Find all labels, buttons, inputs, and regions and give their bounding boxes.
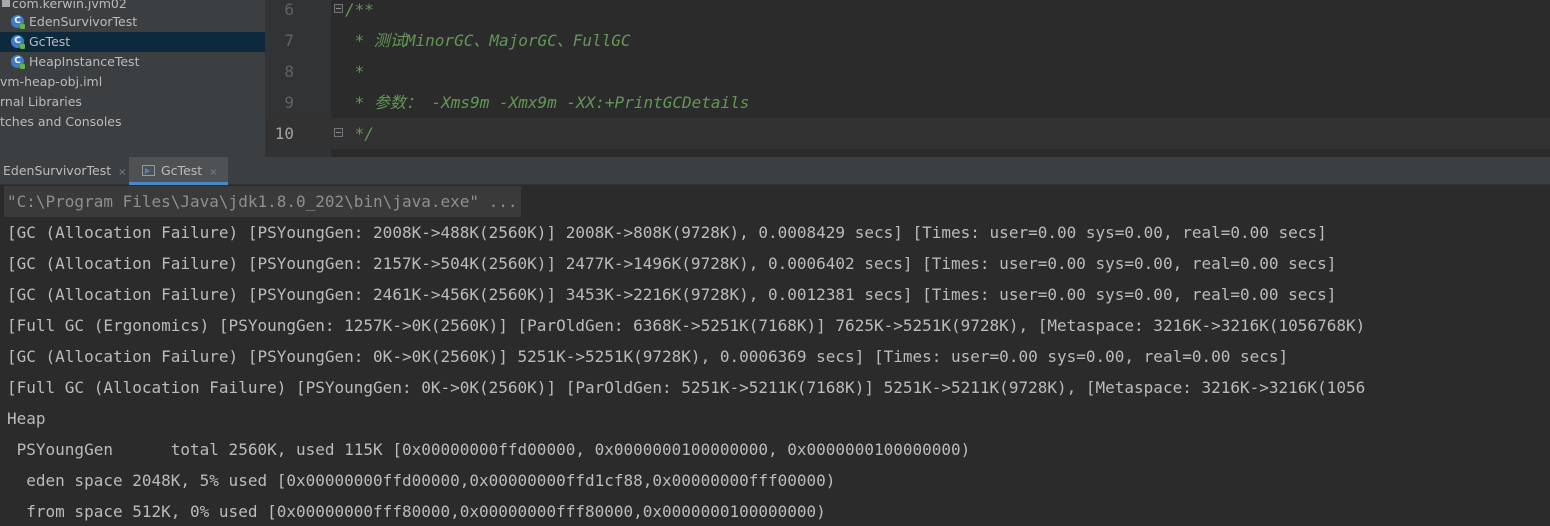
- tree-item-edensurvivortest[interactable]: C EdenSurvivorTest: [0, 12, 265, 32]
- tree-item-heapinstancetest[interactable]: C HeapInstanceTest: [0, 52, 265, 72]
- code-text: * 参数： -Xms9m -Xmx9m -XX:+PrintGCDetails: [345, 93, 750, 112]
- console-line: [Full GC (Allocation Failure) [PSYoungGe…: [7, 378, 1366, 397]
- code-editor[interactable]: 6 /** 7 * 测试MinorGC、MajorGC、FullGC 8 * 9…: [265, 0, 1550, 157]
- console-command-line[interactable]: "C:\Program Files\Java\jdk1.8.0_202\bin\…: [4, 186, 521, 217]
- console-line: Heap: [7, 409, 46, 428]
- fold-icon[interactable]: [334, 128, 343, 137]
- console-line: [GC (Allocation Failure) [PSYoungGen: 21…: [7, 254, 1337, 273]
- code-line[interactable]: 8 *: [265, 56, 1550, 87]
- tree-item-label: vm-heap-obj.iml: [0, 74, 103, 89]
- console-line: [GC (Allocation Failure) [PSYoungGen: 24…: [7, 285, 1337, 304]
- run-console[interactable]: "C:\Program Files\Java\jdk1.8.0_202\bin\…: [0, 185, 1550, 526]
- tree-item-external-libraries[interactable]: rnal Libraries: [0, 92, 265, 112]
- code-text: *: [345, 62, 365, 81]
- line-number: 8: [284, 62, 294, 81]
- package-icon: [2, 0, 10, 7]
- tab-edensurvivortest[interactable]: EdenSurvivorTest ×: [0, 157, 137, 184]
- tree-item-scratches[interactable]: tches and Consoles: [0, 112, 265, 132]
- code-text: /**: [345, 0, 374, 19]
- tree-item-label: EdenSurvivorTest: [29, 14, 138, 29]
- console-line: [Full GC (Ergonomics) [PSYoungGen: 1257K…: [7, 316, 1366, 335]
- code-text: * 测试MinorGC、MajorGC、FullGC: [345, 31, 631, 50]
- line-number: 6: [284, 0, 294, 19]
- console-line: [GC (Allocation Failure) [PSYoungGen: 0K…: [7, 347, 1289, 366]
- code-text: */: [345, 124, 374, 143]
- tree-item-label: HeapInstanceTest: [29, 54, 140, 69]
- java-class-icon: C: [11, 35, 25, 49]
- line-number: 9: [284, 93, 294, 112]
- fold-icon[interactable]: [334, 4, 343, 13]
- console-line: PSYoungGen total 2560K, used 115K [0x000…: [7, 440, 971, 459]
- line-number: 7: [284, 31, 294, 50]
- close-icon[interactable]: ×: [209, 167, 217, 178]
- tree-item-label: GcTest: [29, 34, 71, 49]
- tree-item-iml[interactable]: vm-heap-obj.iml: [0, 72, 265, 92]
- code-line[interactable]: 7 * 测试MinorGC、MajorGC、FullGC: [265, 25, 1550, 56]
- tab-label: EdenSurvivorTest: [3, 163, 112, 178]
- code-line-current[interactable]: 10 */: [265, 118, 1550, 149]
- run-icon: [142, 165, 155, 176]
- java-class-icon: C: [11, 55, 25, 69]
- tree-item-label: tches and Consoles: [0, 114, 122, 129]
- tab-gctest[interactable]: GcTest ×: [129, 157, 228, 185]
- tab-label: GcTest: [161, 163, 203, 178]
- console-line: from space 512K, 0% used [0x00000000fff8…: [7, 502, 826, 521]
- console-line: eden space 2048K, 5% used [0x00000000ffd…: [7, 471, 836, 490]
- tree-item-gctest[interactable]: C GcTest: [0, 32, 265, 52]
- run-tabs: EdenSurvivorTest × GcTest ×: [0, 157, 1550, 185]
- console-line: [GC (Allocation Failure) [PSYoungGen: 20…: [7, 223, 1327, 242]
- line-number: 10: [274, 124, 294, 143]
- close-icon[interactable]: ×: [118, 167, 126, 178]
- project-tree[interactable]: com.kerwin.jvm02 C EdenSurvivorTest C Gc…: [0, 0, 265, 157]
- code-line[interactable]: 6 /**: [265, 0, 1550, 25]
- code-line[interactable]: 9 * 参数： -Xms9m -Xmx9m -XX:+PrintGCDetail…: [265, 87, 1550, 118]
- java-class-icon: C: [11, 15, 25, 29]
- tree-item-label: rnal Libraries: [0, 94, 82, 109]
